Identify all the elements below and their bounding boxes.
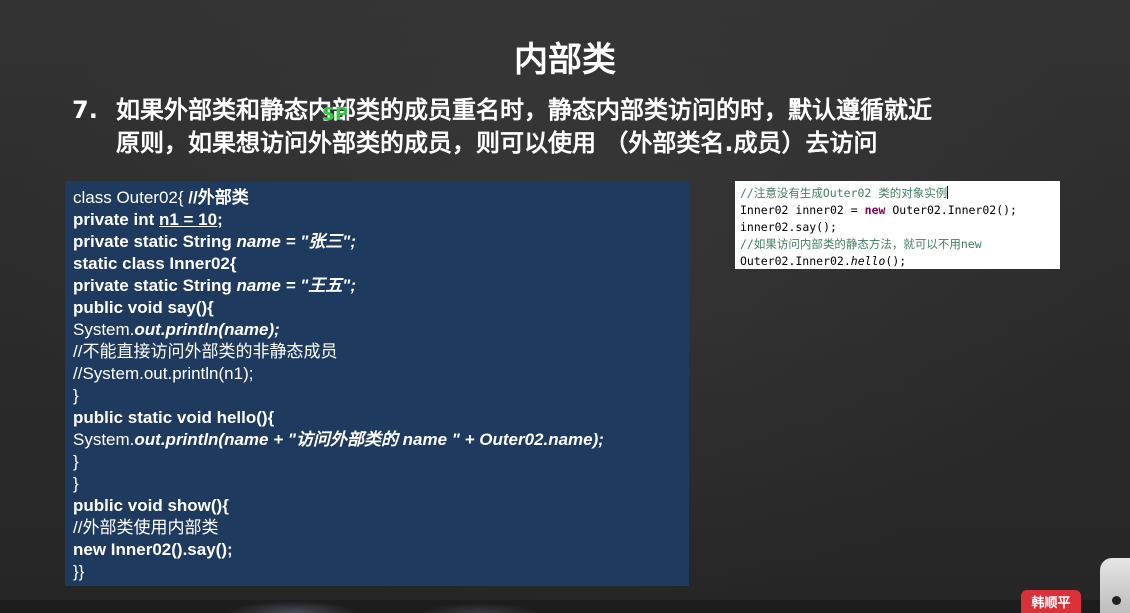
- code-field: n1 = 10;: [158, 210, 223, 229]
- code-line: //不能直接访问外部类的非静态成员: [73, 342, 338, 361]
- snippet-text: Outer02.Inner02();: [885, 203, 1017, 217]
- code-line: System.out.println(name);: [73, 319, 681, 341]
- avatar-eye-icon: [1112, 596, 1121, 605]
- point-7: 7. 如果外部类和静态内部类的成员重名时，静态内部类访问的时，默认遵循就近 原则，…: [72, 94, 1072, 160]
- snippet-line: Outer02.Inner02.hello();: [740, 253, 1055, 269]
- code-line: private static String name = "张三";: [73, 231, 681, 253]
- snippet-text: ();: [885, 254, 907, 268]
- code-call: out.println(name + "访问外部类的 name " + Oute…: [134, 430, 604, 449]
- snippet-line: //如果访问内部类的静态方法，就可以不用new: [740, 236, 1055, 253]
- snippet-text: =: [843, 203, 865, 217]
- code-line: new Inner02().say();: [73, 540, 233, 559]
- snippet-text: inner02: [795, 203, 844, 217]
- snippet-comment: //注意没有生成Outer02 类的对象实例: [740, 186, 948, 200]
- slide-title: 内部类: [514, 40, 616, 80]
- code-panel: class Outer02{ //外部类 private int n1 = 10…: [65, 181, 689, 586]
- code-text: private int: [73, 210, 159, 229]
- board-scribble: [420, 603, 540, 613]
- code-line: public void say(){: [73, 298, 214, 317]
- snippet-line: inner02.say();: [740, 219, 1055, 236]
- point-line2: 原则，如果想访问外部类的成员，则可以使用 （外部类名.成员）去访问: [116, 129, 878, 157]
- snippet-text: .say();: [788, 220, 837, 234]
- code-text: System.: [73, 320, 135, 339]
- code-snippet-screenshot: //注意没有生成Outer02 类的对象实例 Inner02 inner02 =…: [735, 181, 1060, 269]
- code-line: }: [73, 474, 79, 493]
- cursor-overlay-icon: SP: [322, 104, 349, 125]
- snippet-text: inner02: [740, 220, 789, 234]
- code-line: private int n1 = 10;: [73, 209, 681, 231]
- code-call: out.println(name);: [134, 320, 280, 339]
- code-field: name = "张三";: [236, 232, 357, 251]
- code-line: System.out.println(name + "访问外部类的 name "…: [73, 429, 681, 451]
- snippet-keyword: new: [864, 203, 886, 217]
- code-line: }: [73, 386, 79, 405]
- snippet-text: Outer02.Inner02.: [740, 254, 851, 268]
- code-line: //外部类使用内部类: [73, 518, 219, 537]
- code-line: public void show(){: [73, 496, 229, 515]
- code-line: public static void hello(){: [73, 408, 275, 427]
- code-text: private static String: [73, 232, 237, 251]
- snippet-method: hello: [850, 254, 886, 268]
- board-scribble: [228, 601, 358, 613]
- snippet-line: //注意没有生成Outer02 类的对象实例: [740, 185, 1055, 202]
- code-comment: //外部类: [188, 188, 249, 207]
- code-line: class Outer02{ //外部类: [73, 187, 681, 209]
- code-line: }}: [73, 562, 85, 581]
- code-field: name = "王五";: [236, 276, 357, 295]
- code-text: private static String: [73, 276, 237, 295]
- snippet-line: Inner02 inner02 = new Outer02.Inner02();: [740, 202, 1055, 219]
- code-line: private static String name = "王五";: [73, 275, 681, 297]
- code-text: System.: [73, 430, 135, 449]
- snippet-text: Inner02: [740, 203, 796, 217]
- point-line1: 如果外部类和静态内部类的成员重名时，静态内部类访问的时，默认遵循就近: [116, 96, 932, 124]
- code-line: //System.out.println(n1);: [73, 364, 254, 383]
- code-text: class Outer02{: [73, 188, 189, 207]
- code-line: static class Inner02{: [73, 254, 237, 273]
- presenter-badge: 韩顺平: [1021, 590, 1081, 613]
- snippet-comment: //如果访问内部类的静态方法，就可以不用new: [740, 237, 982, 251]
- code-line: }: [73, 452, 79, 471]
- text-caret: [947, 186, 949, 199]
- point-number: 7.: [72, 96, 98, 124]
- bottom-strip: [0, 600, 1130, 613]
